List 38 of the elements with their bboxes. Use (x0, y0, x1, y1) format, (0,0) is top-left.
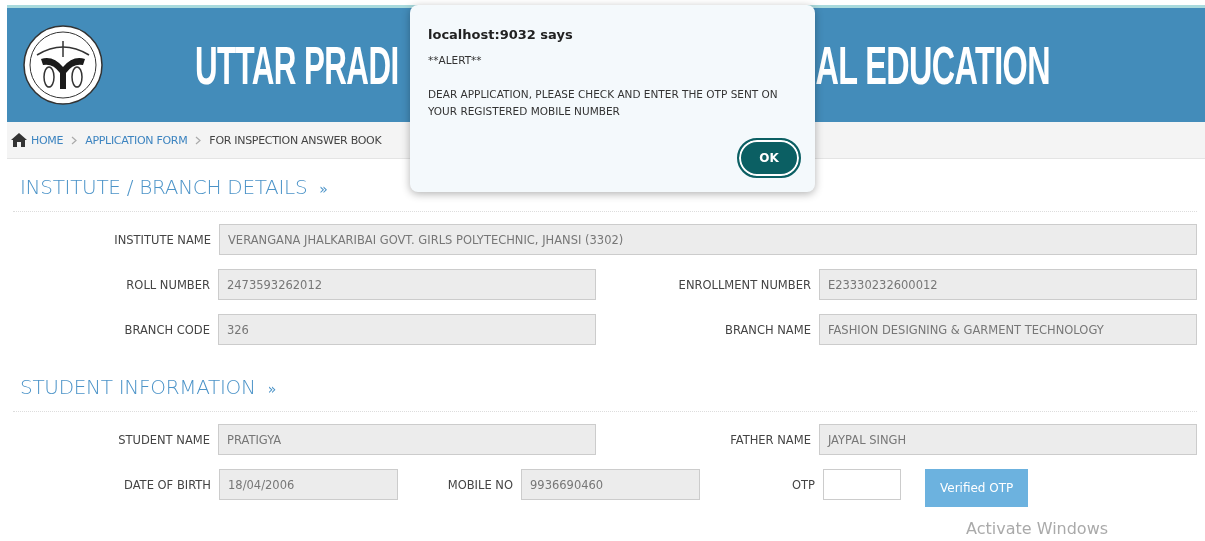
field-label: STUDENT NAME (117, 432, 211, 447)
field-label: ROLL NUMBER (125, 277, 211, 292)
chevron-icon (195, 135, 202, 145)
text-field[interactable]: JAYPAL SINGH (818, 424, 1197, 455)
verify-otp-button[interactable]: Verified OTP (925, 469, 1029, 507)
field-label: BRANCH NAME (724, 322, 812, 337)
field-label: INSTITUTE NAME (113, 232, 212, 247)
text-field[interactable]: 2473593262012 (217, 269, 597, 300)
otp-field[interactable] (823, 469, 901, 500)
text-field[interactable]: VERANGANA JHALKARIBAI GOVT. GIRLS POLYTECHNIC, JHANSI (3302) (219, 224, 1197, 255)
breadcrumb-link[interactable]: HOME (31, 133, 64, 147)
activation-notice: Activate Windows (966, 519, 1109, 538)
breadcrumb-link[interactable]: APPLICATION FORM (85, 133, 188, 147)
home-icon (11, 133, 27, 147)
ok-button[interactable]: OK (737, 138, 801, 178)
dialog-message: DEAR APPLICATION, PLEASE CHECK AND ENTER THE OTP SENT ON YOUR REGISTERED MOBILE NUMBER (428, 87, 779, 119)
dialog-heading: **ALERT** (428, 54, 483, 66)
section-title: STUDENT INFORMATION (20, 375, 256, 399)
text-field[interactable]: 18/04/2006 (219, 469, 398, 500)
header-title: UTTAR PRADI (195, 34, 399, 96)
text-field[interactable]: E23330232600012 (818, 269, 1197, 300)
text-field[interactable]: PRATIGYA (217, 424, 597, 455)
section-marker: » (267, 381, 277, 397)
field-label: OTP (791, 477, 816, 492)
field-label: DATE OF BIRTH (123, 477, 212, 492)
section-marker: » (319, 181, 328, 197)
field-label: FATHER NAME (729, 432, 812, 447)
dialog-title: localhost:9032 says (428, 27, 574, 42)
header-title: AL EDUCATION (815, 34, 1050, 96)
field-label: MOBILE NO (446, 477, 514, 492)
section-title: INSTITUTE / BRANCH DETAILS (20, 175, 308, 199)
field-label: BRANCH CODE (123, 322, 211, 337)
chevron-icon (71, 135, 78, 145)
breadcrumb-current: FOR INSPECTION ANSWER BOOK (209, 133, 382, 147)
field-label: ENROLLMENT NUMBER (677, 277, 812, 292)
text-field[interactable]: FASHION DESIGNING & GARMENT TECHNOLOGY (818, 314, 1197, 345)
text-field[interactable]: 326 (217, 314, 597, 345)
text-field[interactable]: 9936690460 (521, 469, 700, 500)
